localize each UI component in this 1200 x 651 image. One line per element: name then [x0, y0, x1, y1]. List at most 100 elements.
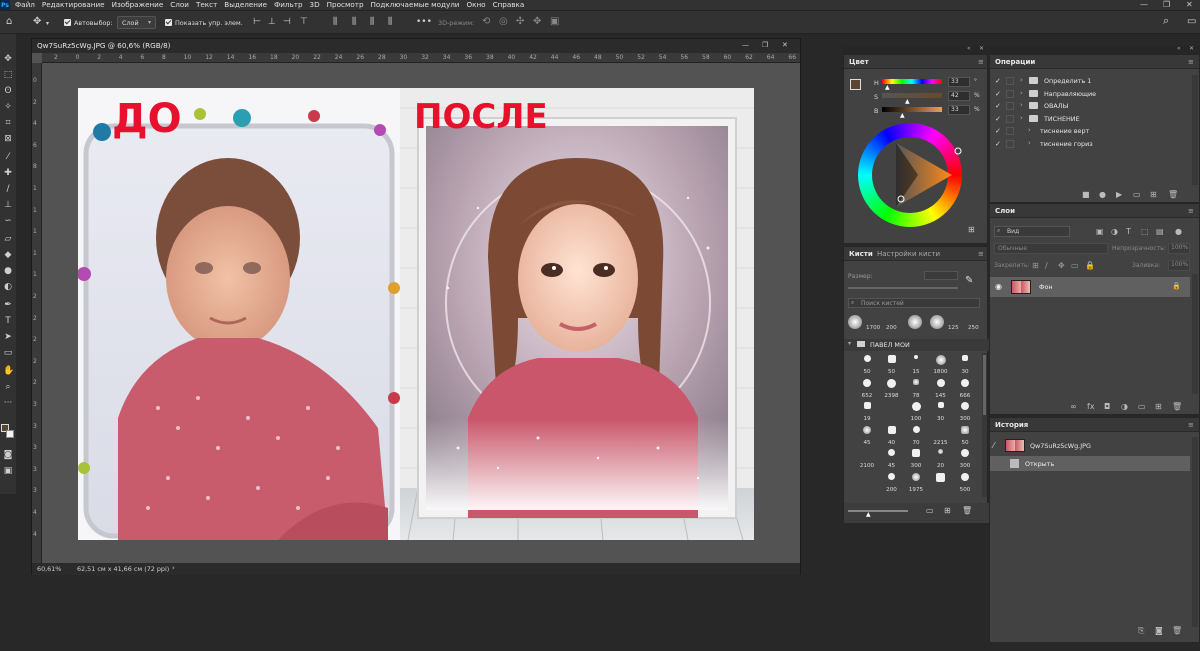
- new-document-from-state-icon[interactable]: ⎘: [1138, 626, 1144, 636]
- link-layers-icon[interactable]: ∞: [1070, 402, 1077, 411]
- b-slider[interactable]: [882, 107, 942, 112]
- color-triangle[interactable]: [858, 123, 962, 227]
- brush-preset[interactable]: 300: [954, 447, 976, 469]
- stop-icon[interactable]: ■: [1082, 190, 1090, 199]
- screen-mode-icon[interactable]: ▣: [3, 466, 13, 476]
- panel-menu-icon[interactable]: ≡: [1188, 58, 1194, 66]
- dialog-toggle-box[interactable]: [1006, 102, 1014, 111]
- menu-layers[interactable]: Слои: [170, 0, 189, 10]
- horizontal-ruler[interactable]: 2 0 2 4 6 8 10 12 14 16 18 20 22 24 26 28 30 32 34 36 38 40 42…: [42, 53, 800, 63]
- chevron-right-icon[interactable]: ›: [1020, 89, 1023, 97]
- s-slider[interactable]: [882, 93, 942, 98]
- tab-color[interactable]: Цвет: [849, 58, 869, 66]
- layer-row[interactable]: ◉ Фон 🔒: [990, 277, 1190, 297]
- workspace-icon[interactable]: ▭: [1187, 17, 1196, 27]
- slider-thumb-icon[interactable]: ▲: [866, 511, 871, 518]
- brush-preset[interactable]: [930, 471, 952, 493]
- vertical-ruler[interactable]: 0 2 4 6 8 1 1 1 1 1 2 2 2 2 2 3 3 3 3 3 4 4: [32, 63, 42, 563]
- brush-preview-slider[interactable]: [848, 510, 908, 512]
- checkmark-icon[interactable]: ✓: [995, 115, 1001, 123]
- 3d-slide-icon[interactable]: ✥: [533, 17, 541, 27]
- autoselect-checkbox[interactable]: [64, 19, 71, 28]
- align-left-icon[interactable]: ⊢: [253, 17, 261, 27]
- more-tools-icon[interactable]: ···: [3, 398, 13, 408]
- lock-all-icon[interactable]: 🔒: [1085, 261, 1095, 270]
- doc-maximize-button[interactable]: ❐: [762, 41, 768, 49]
- delete-layer-icon[interactable]: 🗑: [1172, 402, 1182, 411]
- filter-smart-icon[interactable]: ▤: [1156, 227, 1164, 236]
- brush-preset[interactable]: 15: [905, 353, 927, 375]
- dialog-toggle-box[interactable]: [1006, 127, 1014, 136]
- checkmark-icon[interactable]: ✓: [995, 102, 1001, 110]
- blur-tool-icon[interactable]: ●: [3, 266, 13, 276]
- brush-preset[interactable]: 30: [954, 353, 976, 375]
- h-value-input[interactable]: 33: [948, 77, 970, 87]
- marquee-tool-icon[interactable]: ⬚: [3, 70, 13, 80]
- align-right-icon[interactable]: ⊣: [283, 17, 291, 27]
- brush-preset[interactable]: 40: [881, 424, 903, 446]
- hand-tool-icon[interactable]: ✋: [3, 366, 14, 376]
- brush-size-input[interactable]: [924, 271, 958, 280]
- recent-brush-size[interactable]: 250: [968, 325, 979, 331]
- color-fg-swatch[interactable]: [850, 79, 861, 90]
- dialog-toggle-box[interactable]: [1006, 114, 1014, 123]
- brush-preset[interactable]: 50: [954, 424, 976, 446]
- panel-menu-icon[interactable]: ≡: [978, 250, 984, 258]
- adjustment-layer-icon[interactable]: ◑: [1121, 402, 1128, 411]
- chevron-right-icon[interactable]: ›: [1028, 126, 1031, 134]
- 3d-pan-icon[interactable]: ✣: [516, 17, 524, 27]
- menu-type[interactable]: Текст: [196, 0, 217, 10]
- gradient-tool-icon[interactable]: ◆: [3, 250, 13, 260]
- doc-close-button[interactable]: ✕: [782, 41, 788, 49]
- document-tab[interactable]: Qw7SuRz5cWg.JPG @ 60,6% (RGB/8) — ❐ ✕: [32, 39, 800, 53]
- checkmark-icon[interactable]: ✓: [995, 127, 1001, 135]
- brush-preset[interactable]: 2100: [856, 447, 878, 469]
- history-step-row[interactable]: Открыть: [990, 456, 1190, 471]
- 3d-roll-icon[interactable]: ◎: [499, 17, 508, 27]
- home-icon[interactable]: ⌂: [6, 17, 12, 27]
- lock-position-icon[interactable]: ✥: [1058, 261, 1065, 270]
- action-row[interactable]: ✓ › тиснение гориз: [990, 138, 1190, 151]
- recent-brush-size[interactable]: 200: [886, 325, 897, 331]
- h-slider-thumb-icon[interactable]: ▲: [885, 84, 890, 91]
- recent-brush-soft[interactable]: [908, 315, 922, 329]
- menu-image[interactable]: Изображение: [112, 0, 164, 10]
- history-scrollbar[interactable]: [1192, 437, 1198, 627]
- group-layers-icon[interactable]: ▭: [1138, 402, 1146, 411]
- path-select-tool-icon[interactable]: ➤: [3, 332, 13, 342]
- filter-pixel-icon[interactable]: ▣: [1096, 227, 1104, 236]
- menu-plugins[interactable]: Подключаемые модули: [371, 0, 460, 10]
- chevron-right-icon[interactable]: ›: [1020, 114, 1023, 122]
- dialog-toggle-box[interactable]: [1006, 140, 1014, 148]
- checkmark-icon[interactable]: ✓: [995, 77, 1001, 85]
- brush-preset[interactable]: 300: [954, 400, 976, 422]
- brush-preset[interactable]: 50: [856, 353, 878, 375]
- frame-tool-icon[interactable]: ⊠: [3, 134, 13, 144]
- rectangle-tool-icon[interactable]: ▭: [3, 348, 13, 358]
- quick-mask-icon[interactable]: ◙: [3, 450, 13, 460]
- delete-brush-icon[interactable]: 🗑: [962, 506, 972, 515]
- brush-preset[interactable]: 100: [905, 400, 927, 422]
- lasso-tool-icon[interactable]: ʘ: [3, 86, 13, 96]
- chevron-right-icon[interactable]: ›: [1028, 139, 1031, 147]
- brush-preset[interactable]: [881, 400, 903, 422]
- brush-size-slider[interactable]: [848, 287, 958, 289]
- brush-scrollbar[interactable]: [982, 353, 987, 497]
- 3d-orbit-icon[interactable]: ⟲: [482, 17, 490, 27]
- brush-preset[interactable]: 2215: [930, 424, 952, 446]
- brush-preset[interactable]: 20: [930, 447, 952, 469]
- brush-search-input[interactable]: ⌕ Поиск кистей: [848, 298, 980, 308]
- blend-mode-dropdown[interactable]: Обычные: [994, 243, 1108, 254]
- photoshop-logo-icon[interactable]: Ps: [0, 0, 10, 10]
- tab-actions[interactable]: Операции: [995, 58, 1035, 66]
- layer-mask-icon[interactable]: ◘: [1104, 402, 1110, 411]
- checkmark-icon[interactable]: ✓: [995, 140, 1001, 148]
- brush-preset[interactable]: 500: [954, 471, 976, 493]
- move-tool-preset-icon[interactable]: ✥: [33, 17, 41, 27]
- new-layer-icon[interactable]: ⊞: [1155, 402, 1162, 411]
- filter-adjustment-icon[interactable]: ◑: [1111, 227, 1118, 236]
- new-group-folder-icon[interactable]: ▭: [926, 506, 934, 515]
- canvas-image[interactable]: ДО ПОСЛЕ: [78, 88, 754, 540]
- new-action-icon[interactable]: ⊞: [1150, 190, 1157, 199]
- eraser-tool-icon[interactable]: ▱: [3, 234, 13, 244]
